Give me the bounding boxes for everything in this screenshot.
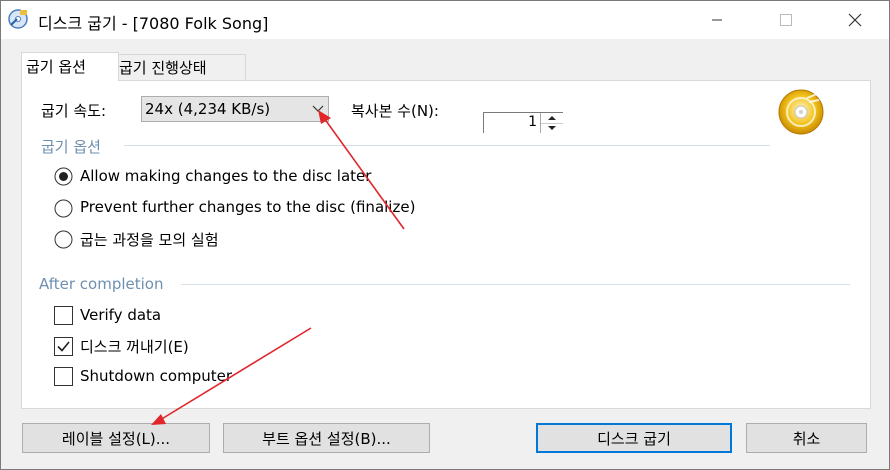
stepper-down-button[interactable] — [541, 123, 563, 133]
title-bar: 디스크 굽기 - [7080 Folk Song] — [1, 1, 889, 39]
window-title: 디스크 굽기 - [7080 Folk Song] — [38, 14, 269, 33]
radio-button-selected[interactable] — [54, 167, 73, 186]
maximize-icon — [780, 14, 792, 26]
burn-speed-select[interactable]: 24x (4,234 KB/s) — [141, 96, 329, 122]
burn-speed-value: 24x (4,234 KB/s) — [145, 100, 271, 118]
eject-disc-label[interactable]: 디스크 꺼내기(E) — [80, 336, 189, 357]
copies-stepper-buttons — [540, 113, 563, 133]
close-icon — [848, 13, 862, 27]
tab-burn-options[interactable]: 굽기 옵션 — [21, 52, 119, 81]
radio-button[interactable] — [54, 199, 73, 218]
tab-burn-progress[interactable]: 굽기 진행상태 — [114, 54, 246, 81]
copies-label: 복사본 수(N): — [351, 102, 439, 120]
minimize-button[interactable] — [694, 1, 740, 39]
radio-button[interactable] — [54, 230, 73, 249]
shutdown-computer-checkbox[interactable] — [54, 367, 73, 386]
triangle-down-icon — [548, 126, 556, 130]
burn-options-group-title: 굽기 옵션 — [41, 138, 101, 156]
maximize-button[interactable] — [763, 1, 809, 39]
group-divider — [124, 145, 770, 146]
copies-value: 1 — [528, 114, 537, 130]
triangle-up-icon — [548, 116, 556, 120]
label-settings-button[interactable]: 레이블 설정(L)... — [22, 423, 210, 453]
group-divider — [181, 284, 850, 285]
option-allow-changes-label[interactable]: Allow making changes to the disc later — [80, 167, 371, 185]
shutdown-computer-label[interactable]: Shutdown computer — [80, 367, 232, 385]
minimize-icon — [712, 19, 722, 21]
checkmark-icon — [57, 341, 70, 352]
option-finalize-label[interactable]: Prevent further changes to the disc (fin… — [80, 198, 415, 216]
close-button[interactable] — [832, 1, 878, 39]
disc-icon — [778, 89, 824, 135]
cancel-button[interactable]: 취소 — [746, 423, 867, 453]
burn-speed-label: 굽기 속도: — [41, 102, 107, 120]
chevron-down-icon — [312, 105, 324, 112]
burn-dialog-window: 디스크 굽기 - [7080 Folk Song] 굽기 옵션 굽기 진행상태 … — [0, 0, 890, 470]
option-simulate-label[interactable]: 굽는 과정을 모의 실험 — [80, 229, 219, 250]
boot-options-button[interactable]: 부트 옵션 설정(B)... — [223, 423, 430, 453]
copies-stepper[interactable]: 1 — [483, 112, 563, 133]
verify-data-checkbox[interactable] — [54, 306, 73, 325]
verify-data-label[interactable]: Verify data — [80, 306, 161, 324]
disc-burn-icon — [8, 9, 28, 29]
after-completion-group-title: After completion — [39, 275, 164, 293]
burn-disc-button[interactable]: 디스크 굽기 — [536, 423, 732, 453]
eject-disc-checkbox[interactable] — [54, 337, 73, 356]
